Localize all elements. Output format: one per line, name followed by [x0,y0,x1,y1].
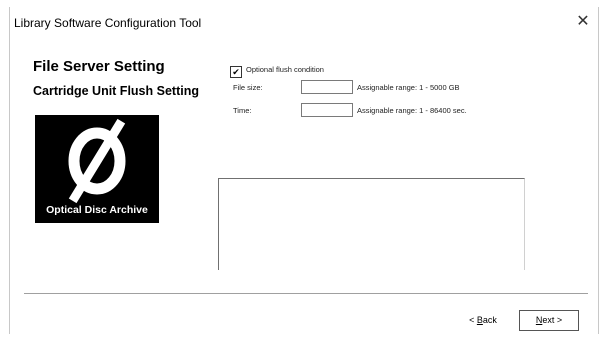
time-input[interactable] [301,103,353,117]
time-label: Time: [233,106,252,115]
file-size-label: File size: [233,83,263,92]
file-size-range: Assignable range: 1 - 5000 GB [357,83,460,92]
optical-disc-archive-logo: Optical Disc Archive [35,115,159,223]
logo-text: Optical Disc Archive [46,204,148,216]
title-bar: Library Software Configuration Tool ✕ [10,7,598,37]
page-subtitle: Cartridge Unit Flush Setting [33,84,199,98]
page-title: File Server Setting [33,58,165,75]
close-icon[interactable]: ✕ [570,11,596,33]
optional-flush-label: Optional flush condition [246,65,324,74]
optional-flush-checkbox[interactable]: ✔ [230,66,242,78]
next-button[interactable]: Next > [519,310,579,331]
window-title: Library Software Configuration Tool [14,16,202,30]
config-tool-window: Library Software Configuration Tool ✕ Fi… [9,7,599,334]
info-text-area[interactable] [218,178,525,270]
back-button[interactable]: < Back [454,310,512,331]
file-size-input[interactable] [301,80,353,94]
footer-divider [24,293,588,295]
time-range: Assignable range: 1 - 86400 sec. [357,106,467,115]
